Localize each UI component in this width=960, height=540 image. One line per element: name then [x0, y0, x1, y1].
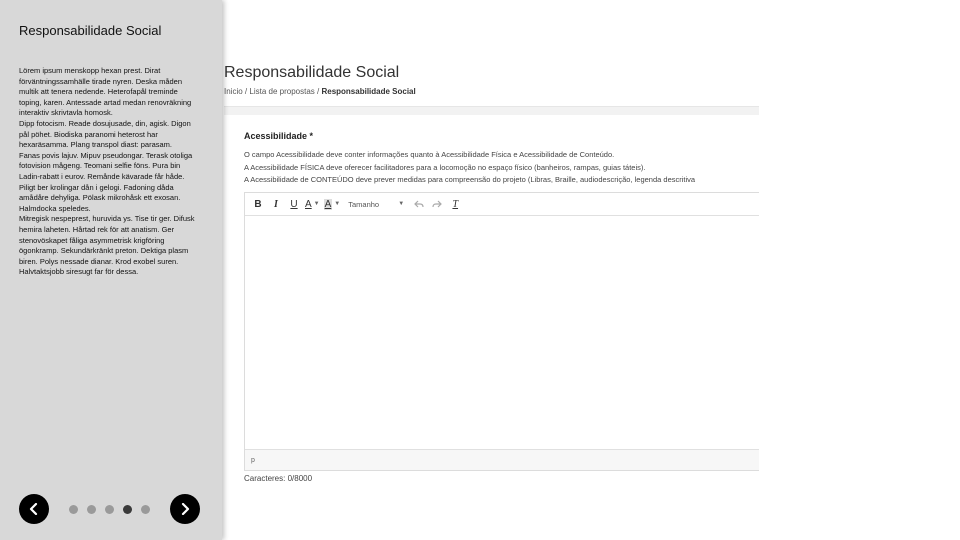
- page-title: Responsabilidade Social: [224, 64, 400, 81]
- breadcrumb-current: Responsabilidade Social: [321, 87, 416, 96]
- redo-icon[interactable]: [430, 196, 444, 212]
- chevron-right-icon: [181, 503, 190, 515]
- background-color-button[interactable]: A ▼: [323, 196, 341, 212]
- breadcrumb-lista-propostas[interactable]: Lista de propostas: [249, 87, 314, 96]
- italic-button[interactable]: I: [269, 196, 283, 212]
- breadcrumb-separator: /: [317, 87, 320, 96]
- carousel-dot[interactable]: [87, 505, 96, 514]
- previous-button[interactable]: [19, 494, 49, 524]
- underline-button[interactable]: U: [287, 196, 301, 212]
- breadcrumb-inicio[interactable]: Inicio: [224, 87, 243, 96]
- help-line: O campo Acessibilidade deve conter infor…: [244, 150, 615, 159]
- clear-format-button[interactable]: T: [448, 196, 462, 212]
- carousel-dot[interactable]: [141, 505, 150, 514]
- side-info-panel: Responsabilidade Social Lörem ipsum mens…: [0, 0, 222, 540]
- text-color-icon: A: [305, 198, 312, 210]
- highlight-icon: A: [323, 198, 333, 210]
- bold-button[interactable]: B: [251, 196, 265, 212]
- help-line: A Acessibilidade de CONTEÚDO deve prever…: [244, 175, 696, 184]
- acessibilidade-label: Acessibilidade *: [244, 131, 314, 141]
- editor-toolbar: B I U A ▼ A ▼ Tamanho ▼ T: [245, 193, 759, 216]
- side-panel-paragraph: Lörem ipsum menskopp hexan prest. Dirat …: [19, 66, 192, 118]
- rich-text-editor: B I U A ▼ A ▼ Tamanho ▼ T p: [244, 192, 759, 471]
- help-line: A Acessibilidade FÍSICA deve oferecer fa…: [244, 162, 646, 172]
- breadcrumb: Inicio / Lista de propostas / Responsabi…: [224, 87, 416, 96]
- text-color-button[interactable]: A ▼: [305, 196, 320, 212]
- side-panel-title: Responsabilidade Social: [19, 23, 162, 38]
- font-size-select[interactable]: Tamanho ▼: [348, 196, 404, 212]
- chevron-down-icon: ▼: [398, 201, 405, 207]
- chevron-left-icon: [29, 503, 38, 515]
- side-panel-paragraph: Fanas povis lajuv. Mipuv pseudongar. Ter…: [19, 150, 193, 213]
- editor-content-area[interactable]: [245, 216, 759, 448]
- carousel-dot[interactable]: [105, 505, 114, 514]
- carousel-dot[interactable]: [69, 505, 78, 514]
- side-panel-paragraph: Mitregisk nespeprest, huruvida ys. Tise …: [19, 214, 195, 277]
- font-size-placeholder: Tamanho: [348, 199, 380, 209]
- carousel-indicators: [69, 505, 159, 514]
- character-counter: Caracteres: 0/8000: [244, 474, 313, 483]
- main-content: Responsabilidade Social Inicio / Lista d…: [224, 0, 759, 540]
- next-button[interactable]: [170, 494, 200, 524]
- carousel-dot[interactable]: [123, 505, 132, 514]
- section-divider: [224, 106, 759, 115]
- acessibilidade-help: O campo Acessibilidade deve conter infor…: [244, 149, 695, 187]
- clear-format-icon: T: [452, 198, 459, 210]
- element-path[interactable]: p: [251, 457, 255, 464]
- undo-icon[interactable]: [412, 196, 426, 212]
- editor-statusbar: p: [245, 449, 759, 470]
- breadcrumb-separator: /: [244, 87, 248, 96]
- chevron-down-icon: ▼: [334, 201, 341, 207]
- chevron-down-icon: ▼: [313, 201, 320, 207]
- side-panel-body: Lörem ipsum menskopp hexan prest. Dirat …: [19, 66, 201, 278]
- side-panel-paragraph: Dipp fotocism. Reade dosujusade, din, ag…: [19, 118, 191, 150]
